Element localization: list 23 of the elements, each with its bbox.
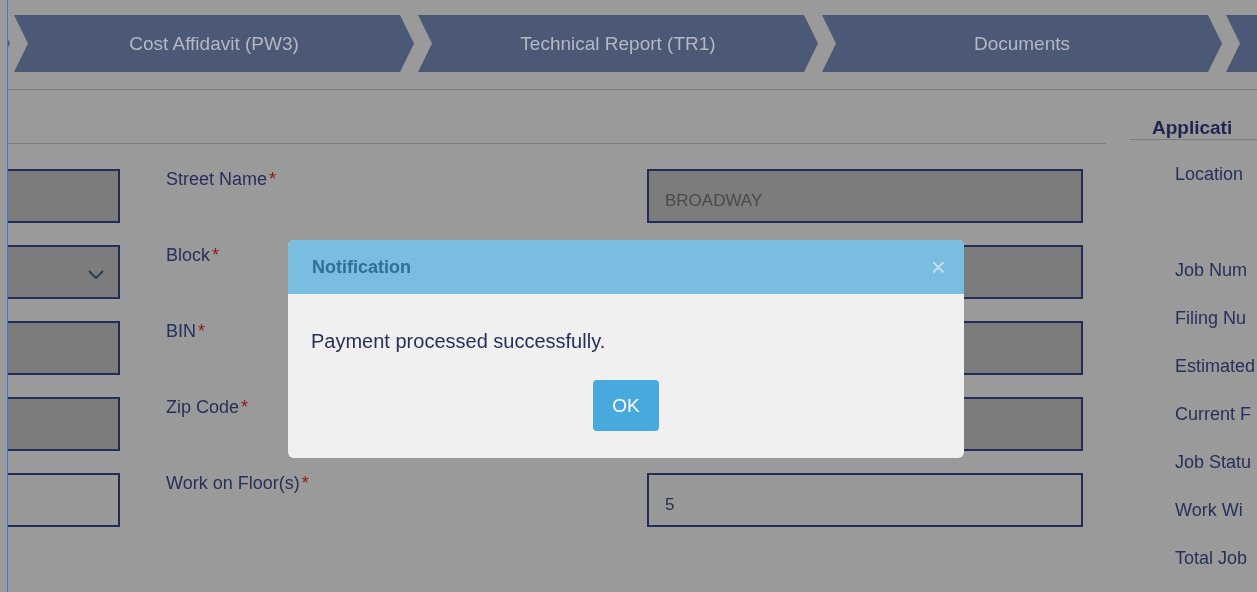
info-label: Location [1175,164,1244,186]
input-field[interactable] [8,473,120,527]
step-tab[interactable]: Cost Affidavit (PW3) [14,15,414,72]
field-label: Zip Code* [166,397,249,418]
info-label: Job Num [1175,260,1248,282]
info-label: Job Statu [1175,452,1252,474]
info-label: Filing Nu [1175,308,1247,330]
field-label: Block* [166,245,220,266]
step-tab[interactable]: Technical Report (TR1) [418,15,818,72]
ok-button[interactable]: OK [593,380,659,431]
step-tab[interactable]: Documents [822,15,1222,72]
field-label: Work on Floor(s)* [166,473,309,494]
field-label: Street Name* [166,169,277,190]
info-label: Total Job [1175,548,1248,570]
field-label: BIN* [166,321,206,342]
section-title: Applicati [1151,117,1234,139]
info-label: Current F [1175,404,1252,426]
info-label: Work Wi [1175,500,1243,522]
dialog-title: Notification [312,256,411,278]
dialog-message: Payment processed successfully. [310,329,607,353]
input-field[interactable]: 5 [647,473,1083,527]
chevron-down-icon [88,270,104,280]
info-label: Estimated [1175,356,1256,378]
